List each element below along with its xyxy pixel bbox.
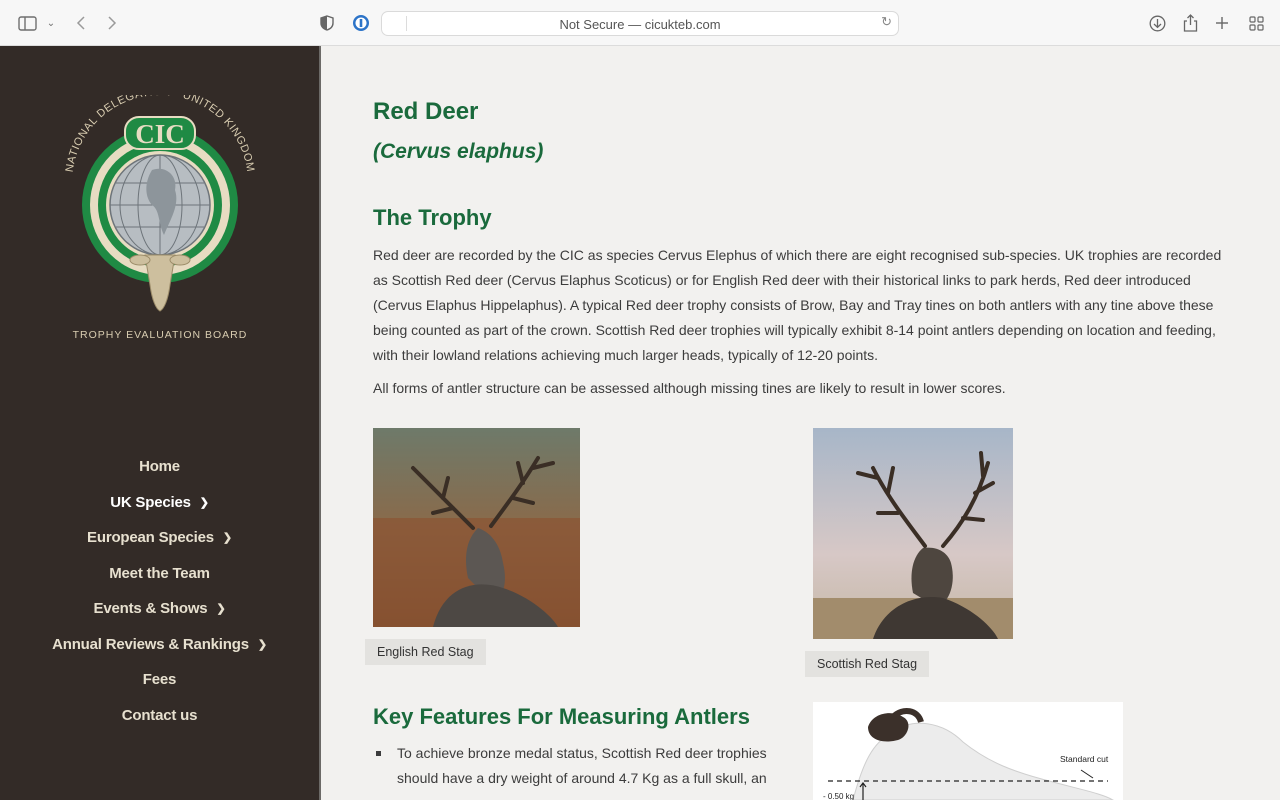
- tab-overview-icon[interactable]: [1245, 12, 1267, 34]
- nav-label: European Species: [87, 529, 214, 547]
- new-tab-icon[interactable]: [1211, 12, 1233, 34]
- list-item: To achieve bronze medal status, Scottish…: [373, 741, 773, 791]
- address-text: Not Secure — cicukteb.com: [559, 17, 721, 32]
- skull-diagram[interactable]: Standard cut - 0.50 kg: [813, 702, 1123, 800]
- page-subtitle: (Cervus elaphus): [373, 140, 544, 163]
- forward-icon[interactable]: [101, 12, 123, 34]
- page-title: Red Deer: [373, 98, 479, 125]
- logo-subtitle: TROPHY EVALUATION BOARD: [73, 329, 248, 341]
- nav-item-european-species[interactable]: European Species ❯: [0, 520, 319, 556]
- chevron-down-icon[interactable]: ⌄: [40, 12, 62, 34]
- address-bar[interactable]: Not Secure — cicukteb.com ↻: [381, 11, 899, 36]
- weight-label: - 0.50 kg: [823, 792, 854, 800]
- reload-icon[interactable]: ↻: [881, 14, 892, 30]
- nav-label: UK Species: [110, 493, 191, 511]
- scottish-red-stag-image[interactable]: [813, 428, 1013, 639]
- nav-item-annual-reviews[interactable]: Annual Reviews & Rankings ❯: [0, 627, 319, 663]
- chevron-right-icon: ❯: [199, 496, 209, 509]
- nav-item-home[interactable]: Home: [0, 449, 319, 485]
- nav-label: Contact us: [121, 706, 198, 724]
- password-icon[interactable]: [350, 12, 372, 34]
- nav-item-fees[interactable]: Fees: [0, 662, 319, 698]
- english-red-stag-image[interactable]: [373, 428, 580, 627]
- nav-label: Events & Shows: [93, 600, 208, 618]
- back-icon[interactable]: [70, 12, 92, 34]
- chevron-right-icon: ❯: [257, 638, 267, 651]
- nav-label: Annual Reviews & Rankings: [52, 635, 249, 653]
- features-heading: Key Features For Measuring Antlers: [373, 704, 750, 729]
- shield-icon[interactable]: [316, 12, 338, 34]
- sidebar-icon[interactable]: [16, 12, 38, 34]
- trophy-heading: The Trophy: [373, 205, 492, 230]
- nav-label: Meet the Team: [109, 564, 210, 582]
- features-list: To achieve bronze medal status, Scottish…: [373, 741, 773, 791]
- nav-label: Fees: [142, 671, 177, 689]
- share-icon[interactable]: [1179, 12, 1201, 34]
- standard-cut-label: Standard cut: [1060, 754, 1109, 764]
- logo-cic-text: CIC: [135, 119, 185, 149]
- trophy-paragraph: Red deer are recorded by the CIC as spec…: [373, 247, 1222, 363]
- nav-item-uk-species[interactable]: UK Species ❯: [0, 485, 319, 521]
- sidebar-divider: [319, 46, 321, 800]
- download-icon[interactable]: [1146, 12, 1168, 34]
- main-nav: Home UK Species ❯ European Species ❯ Mee…: [0, 449, 319, 733]
- nav-item-meet-the-team[interactable]: Meet the Team: [0, 556, 319, 592]
- scottish-red-stag-caption: Scottish Red Stag: [805, 651, 930, 677]
- nav-label: Home: [139, 458, 180, 476]
- chevron-right-icon: ❯: [222, 532, 232, 545]
- nav-item-contact-us[interactable]: Contact us: [0, 698, 319, 734]
- cic-logo[interactable]: NATIONAL DELEGATION · UNITED KINGDOM CIC…: [60, 95, 260, 345]
- browser-toolbar: ⌄ Not Secure — cicukteb.com ↻: [0, 0, 1280, 46]
- chevron-right-icon: ❯: [216, 603, 226, 616]
- trophy-paragraph-2: All forms of antler structure can be ass…: [373, 380, 1006, 396]
- english-red-stag-caption: English Red Stag: [365, 639, 486, 665]
- nav-item-events-shows[interactable]: Events & Shows ❯: [0, 591, 319, 627]
